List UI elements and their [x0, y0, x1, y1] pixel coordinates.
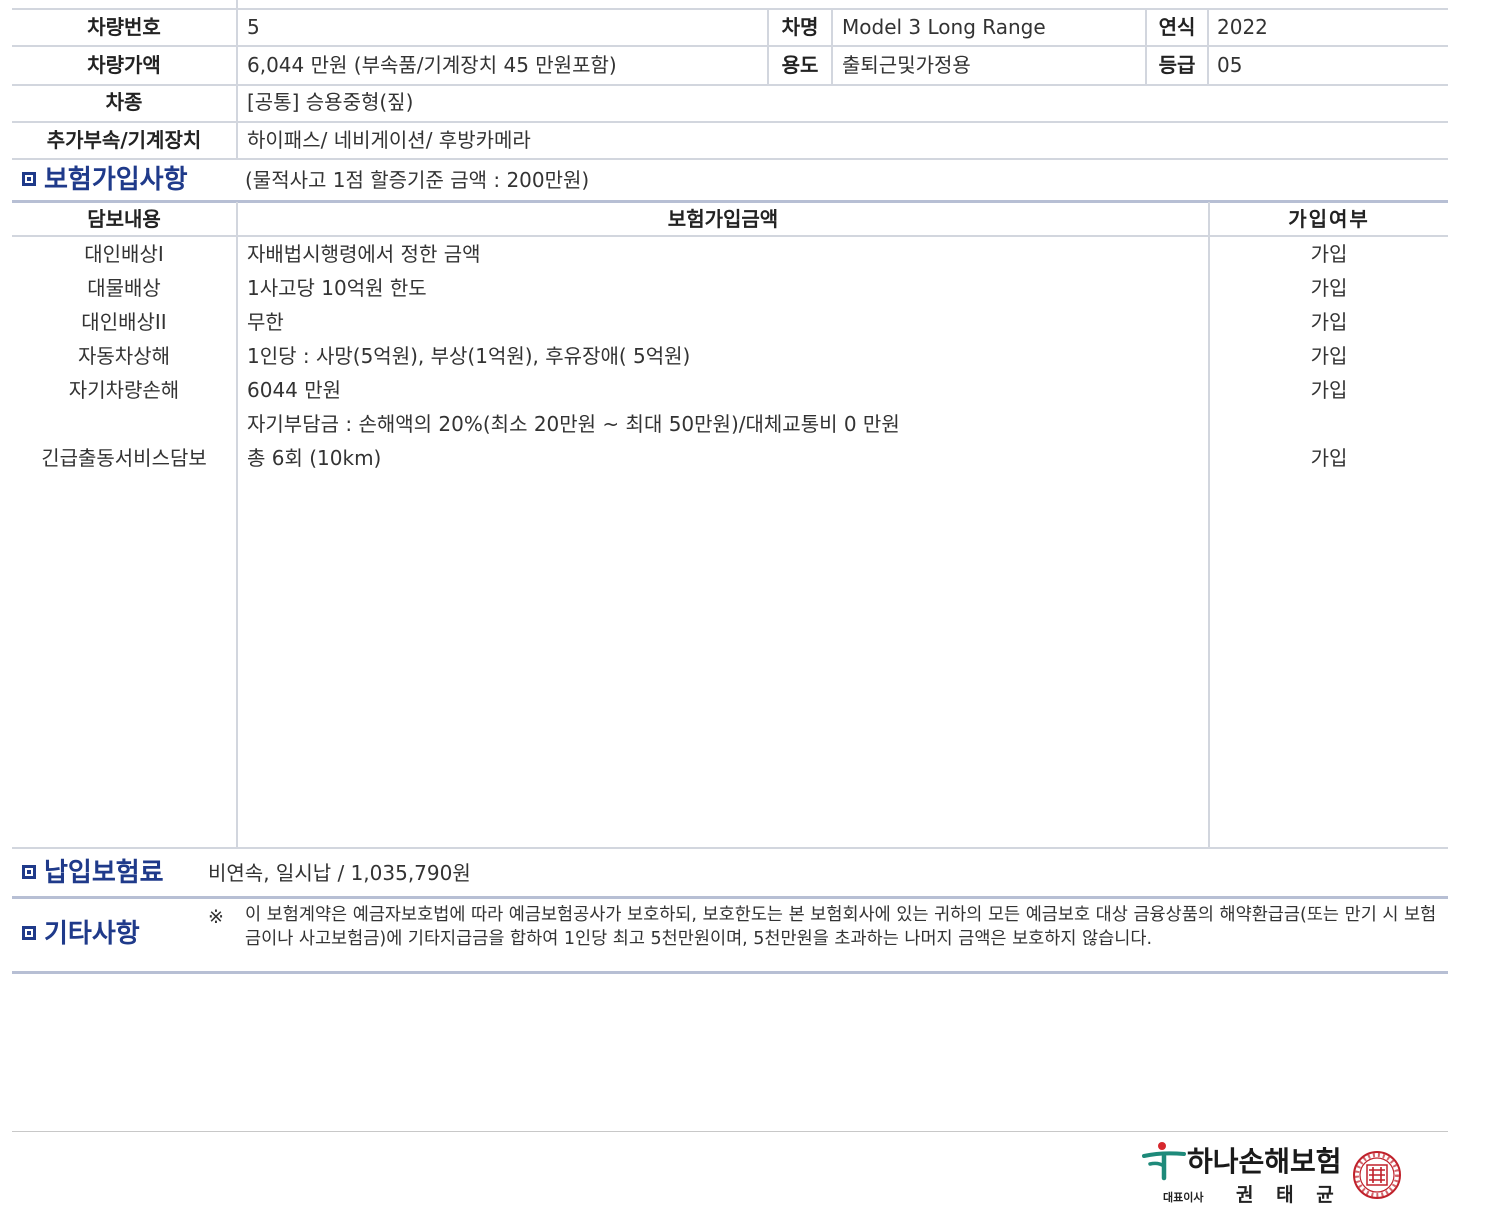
square-bullet-icon: [22, 172, 36, 186]
accessory-label: 추가부속/기계장치: [46, 128, 202, 152]
company-name: 하나손해보험: [1187, 1145, 1342, 1178]
model-label: 차명: [781, 15, 819, 39]
coverage-item-deductible: 자기부담금 : 손해액의 20%(최소 20만원 ~ 최대 50만원)/대체교통…: [247, 412, 900, 436]
coverage-item-status: 가입: [1310, 344, 1348, 368]
ceo-name: 권 태 균: [1236, 1184, 1342, 1206]
coverage-header-amount: 보험가입금액: [667, 207, 779, 231]
company-seal-icon: [1352, 1150, 1402, 1200]
coverage-item-amount: 1사고당 10억원 한도: [247, 276, 427, 300]
type-value: [공통] 승용중형(짚): [247, 90, 414, 114]
use-label: 용도: [781, 53, 819, 77]
plate-value: 5: [247, 15, 260, 39]
insurance-certificate-page: { "vehicle": { "plate_label": "차량번호", "p…: [0, 0, 1500, 1232]
coverage-header-item: 담보내용: [87, 207, 161, 231]
use-value: 출퇴근및가정용: [842, 53, 971, 77]
square-bullet-icon: [22, 865, 36, 879]
coverage-item-name: 자기차량손해: [68, 378, 180, 402]
price-label: 차량가액: [87, 53, 161, 77]
coverage-item-name: 대인배상II: [81, 310, 167, 334]
coverage-item-name: 자동차상해: [78, 344, 170, 368]
premium-section-title: 납입보험료: [22, 860, 164, 886]
type-label: 차종: [105, 90, 143, 114]
deposit-protection-notice: 이 보험계약은 예금자보호법에 따라 예금보험공사가 보호하되, 보호한도는 본…: [245, 905, 1437, 949]
coverage-section-title: 보험가입사항: [22, 167, 188, 193]
grade-label: 등급: [1158, 53, 1196, 77]
price-value: 6,044 만원 (부속품/기계장치 45 만원포함): [247, 53, 617, 77]
coverage-item-status: 가입: [1310, 446, 1348, 470]
coverage-item-name: 대물배상: [87, 276, 161, 300]
year-label: 연식: [1158, 15, 1196, 39]
square-bullet-icon: [22, 926, 36, 940]
coverage-header-status: 가입여부: [1288, 207, 1370, 231]
coverage-item-name: 긴급출동서비스담보: [41, 446, 207, 470]
plate-label: 차량번호: [87, 15, 161, 39]
coverage-item-status: 가입: [1310, 242, 1348, 266]
model-value: Model 3 Long Range: [842, 15, 1046, 39]
ceo-label: 대표이사: [1163, 1191, 1204, 1204]
accessory-value: 하이패스/ 네비게이션/ 후방카메라: [247, 128, 531, 152]
premium-value: 비연속, 일시납 / 1,035,790원: [208, 861, 471, 885]
reference-mark: ※: [208, 906, 224, 928]
coverage-item-status: 가입: [1310, 276, 1348, 300]
coverage-item-amount: 자배법시행령에서 정한 금액: [247, 242, 481, 266]
coverage-item-amount: 무한: [247, 310, 284, 334]
coverage-item-amount: 총 6회 (10km): [247, 446, 382, 470]
grade-value: 05: [1217, 53, 1243, 77]
coverage-item-name: 대인배상I: [84, 242, 164, 266]
coverage-section-note: (물적사고 1점 할증기준 금액 : 200만원): [245, 168, 590, 192]
coverage-item-amount: 6044 만원: [247, 378, 342, 402]
other-section-title: 기타사항: [22, 921, 140, 947]
coverage-item-status: 가입: [1310, 310, 1348, 334]
footer-divider: [12, 1131, 1448, 1132]
coverage-item-amount: 1인당 : 사망(5억원), 부상(1억원), 후유장애( 5억원): [247, 344, 691, 368]
hana-logo-icon: [1140, 1140, 1190, 1182]
coverage-item-status: 가입: [1310, 378, 1348, 402]
year-value: 2022: [1217, 15, 1268, 39]
